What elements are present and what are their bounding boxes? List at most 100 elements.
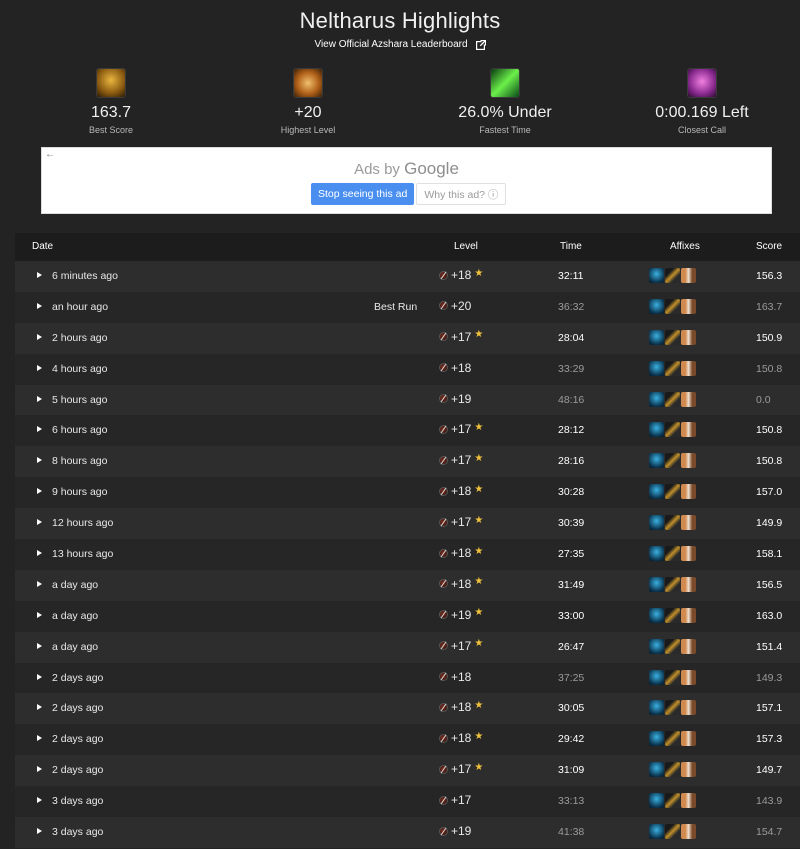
affix-fortified-icon[interactable] [649, 607, 664, 623]
table-row[interactable]: 2 days ago +18 ★ 30:05 157.1 [15, 693, 800, 725]
affix-spiteful-icon[interactable] [681, 607, 696, 623]
affix-spiteful-icon[interactable] [681, 484, 696, 500]
affix-spiteful-icon[interactable] [681, 268, 696, 283]
affix-bolstering-icon[interactable] [665, 731, 680, 747]
affix-fortified-icon[interactable] [649, 484, 664, 500]
affix-bolstering-icon[interactable] [665, 391, 680, 407]
affix-bolstering-icon[interactable] [665, 515, 680, 531]
expand-caret-icon[interactable] [37, 333, 42, 340]
affix-bolstering-icon[interactable] [665, 546, 680, 562]
affix-bolstering-icon[interactable] [665, 793, 680, 809]
table-row[interactable]: a day ago +18 ★ 31:49 156.5 [15, 569, 800, 601]
table-row[interactable]: 13 hours ago +18 ★ 27:35 158.1 [15, 539, 800, 570]
affix-spiteful-icon[interactable] [681, 700, 696, 716]
expand-caret-icon[interactable] [37, 426, 42, 433]
affix-spiteful-icon[interactable] [681, 546, 696, 562]
table-row[interactable]: 2 days ago +18 ★ 29:42 157.3 [15, 724, 800, 756]
affix-bolstering-icon[interactable] [665, 762, 680, 778]
affix-bolstering-icon[interactable] [665, 669, 680, 685]
affix-fortified-icon[interactable] [649, 576, 664, 592]
table-row[interactable]: 3 days ago +19 41:38 154.7 [15, 817, 800, 848]
expand-caret-icon[interactable] [37, 797, 42, 804]
table-row[interactable]: 9 hours ago +18 ★ 30:28 157.0 [15, 477, 800, 509]
affix-bolstering-icon[interactable] [665, 576, 680, 592]
table-row[interactable]: a day ago +17 ★ 26:47 151.4 [15, 631, 800, 663]
table-row[interactable]: 4 hours ago +18 33:29 150.8 [15, 353, 800, 385]
affix-fortified-icon[interactable] [649, 669, 664, 685]
expand-caret-icon[interactable] [37, 272, 42, 278]
affix-fortified-icon[interactable] [649, 360, 664, 376]
table-row[interactable]: a day ago +19 ★ 33:00 163.0 [15, 600, 800, 632]
affix-spiteful-icon[interactable] [681, 576, 696, 592]
header-date[interactable]: Date [32, 241, 53, 252]
expand-caret-icon[interactable] [37, 673, 42, 680]
why-this-ad-button[interactable]: Why this ad? ⓘ [416, 183, 507, 205]
affix-spiteful-icon[interactable] [681, 793, 696, 809]
affix-bolstering-icon[interactable] [665, 298, 680, 314]
affix-spiteful-icon[interactable] [681, 453, 696, 469]
table-row[interactable]: 2 days ago +17 ★ 31:09 149.7 [15, 755, 800, 787]
affix-spiteful-icon[interactable] [681, 669, 696, 685]
affix-bolstering-icon[interactable] [665, 453, 680, 469]
affix-fortified-icon[interactable] [649, 546, 664, 562]
expand-caret-icon[interactable] [37, 302, 42, 309]
table-row[interactable]: 3 days ago +17 33:13 143.9 [15, 786, 800, 818]
affix-bolstering-icon[interactable] [665, 607, 680, 623]
header-level[interactable]: Level [454, 241, 478, 252]
affix-fortified-icon[interactable] [649, 731, 664, 747]
affix-bolstering-icon[interactable] [665, 268, 680, 283]
table-row[interactable]: 12 hours ago +17 ★ 30:39 149.9 [15, 508, 800, 540]
affix-spiteful-icon[interactable] [681, 515, 696, 531]
expand-caret-icon[interactable] [37, 766, 42, 773]
stop-seeing-ad-button[interactable]: Stop seeing this ad [311, 183, 415, 205]
affix-spiteful-icon[interactable] [681, 824, 696, 840]
affix-spiteful-icon[interactable] [681, 422, 696, 438]
table-row[interactable]: an hour ago Best Run +20 36:32 163.7 [15, 291, 800, 323]
affix-fortified-icon[interactable] [649, 268, 664, 283]
table-row[interactable]: 2 days ago +18 37:25 149.3 [15, 662, 800, 694]
affix-fortified-icon[interactable] [649, 824, 664, 840]
affix-fortified-icon[interactable] [649, 793, 664, 809]
affix-bolstering-icon[interactable] [665, 700, 680, 716]
expand-caret-icon[interactable] [37, 488, 42, 495]
leaderboard-link[interactable]: View Official Azshara Leaderboard [314, 39, 486, 50]
table-row[interactable]: 5 hours ago +19 48:16 0.0 [15, 384, 800, 416]
expand-caret-icon[interactable] [37, 457, 42, 464]
affix-bolstering-icon[interactable] [665, 638, 680, 654]
header-score[interactable]: Score [756, 241, 782, 252]
affix-bolstering-icon[interactable] [665, 484, 680, 500]
expand-caret-icon[interactable] [37, 364, 42, 371]
affix-spiteful-icon[interactable] [681, 762, 696, 778]
affix-spiteful-icon[interactable] [681, 731, 696, 747]
header-time[interactable]: Time [560, 241, 582, 252]
table-row[interactable]: 6 hours ago +17 ★ 28:12 150.8 [15, 415, 800, 447]
expand-caret-icon[interactable] [37, 735, 42, 742]
affix-spiteful-icon[interactable] [681, 638, 696, 654]
expand-caret-icon[interactable] [37, 704, 42, 711]
affix-spiteful-icon[interactable] [681, 360, 696, 376]
affix-fortified-icon[interactable] [649, 329, 664, 345]
affix-spiteful-icon[interactable] [681, 391, 696, 407]
expand-caret-icon[interactable] [37, 580, 42, 587]
affix-bolstering-icon[interactable] [665, 824, 680, 840]
expand-caret-icon[interactable] [37, 642, 42, 649]
affix-fortified-icon[interactable] [649, 700, 664, 716]
affix-fortified-icon[interactable] [649, 453, 664, 469]
table-row[interactable]: 6 minutes ago +18 ★ 32:11 156.3 [15, 261, 800, 292]
affix-spiteful-icon[interactable] [681, 298, 696, 314]
expand-caret-icon[interactable] [37, 611, 42, 618]
affix-bolstering-icon[interactable] [665, 422, 680, 438]
affix-fortified-icon[interactable] [649, 422, 664, 438]
expand-caret-icon[interactable] [37, 828, 42, 835]
expand-caret-icon[interactable] [37, 550, 42, 557]
affix-fortified-icon[interactable] [649, 638, 664, 654]
affix-bolstering-icon[interactable] [665, 360, 680, 376]
expand-caret-icon[interactable] [37, 519, 42, 526]
table-row[interactable]: 2 hours ago +17 ★ 28:04 150.9 [15, 322, 800, 354]
affix-fortified-icon[interactable] [649, 762, 664, 778]
affix-spiteful-icon[interactable] [681, 329, 696, 345]
affix-bolstering-icon[interactable] [665, 329, 680, 345]
affix-fortified-icon[interactable] [649, 298, 664, 314]
affix-fortified-icon[interactable] [649, 515, 664, 531]
affix-fortified-icon[interactable] [649, 391, 664, 407]
